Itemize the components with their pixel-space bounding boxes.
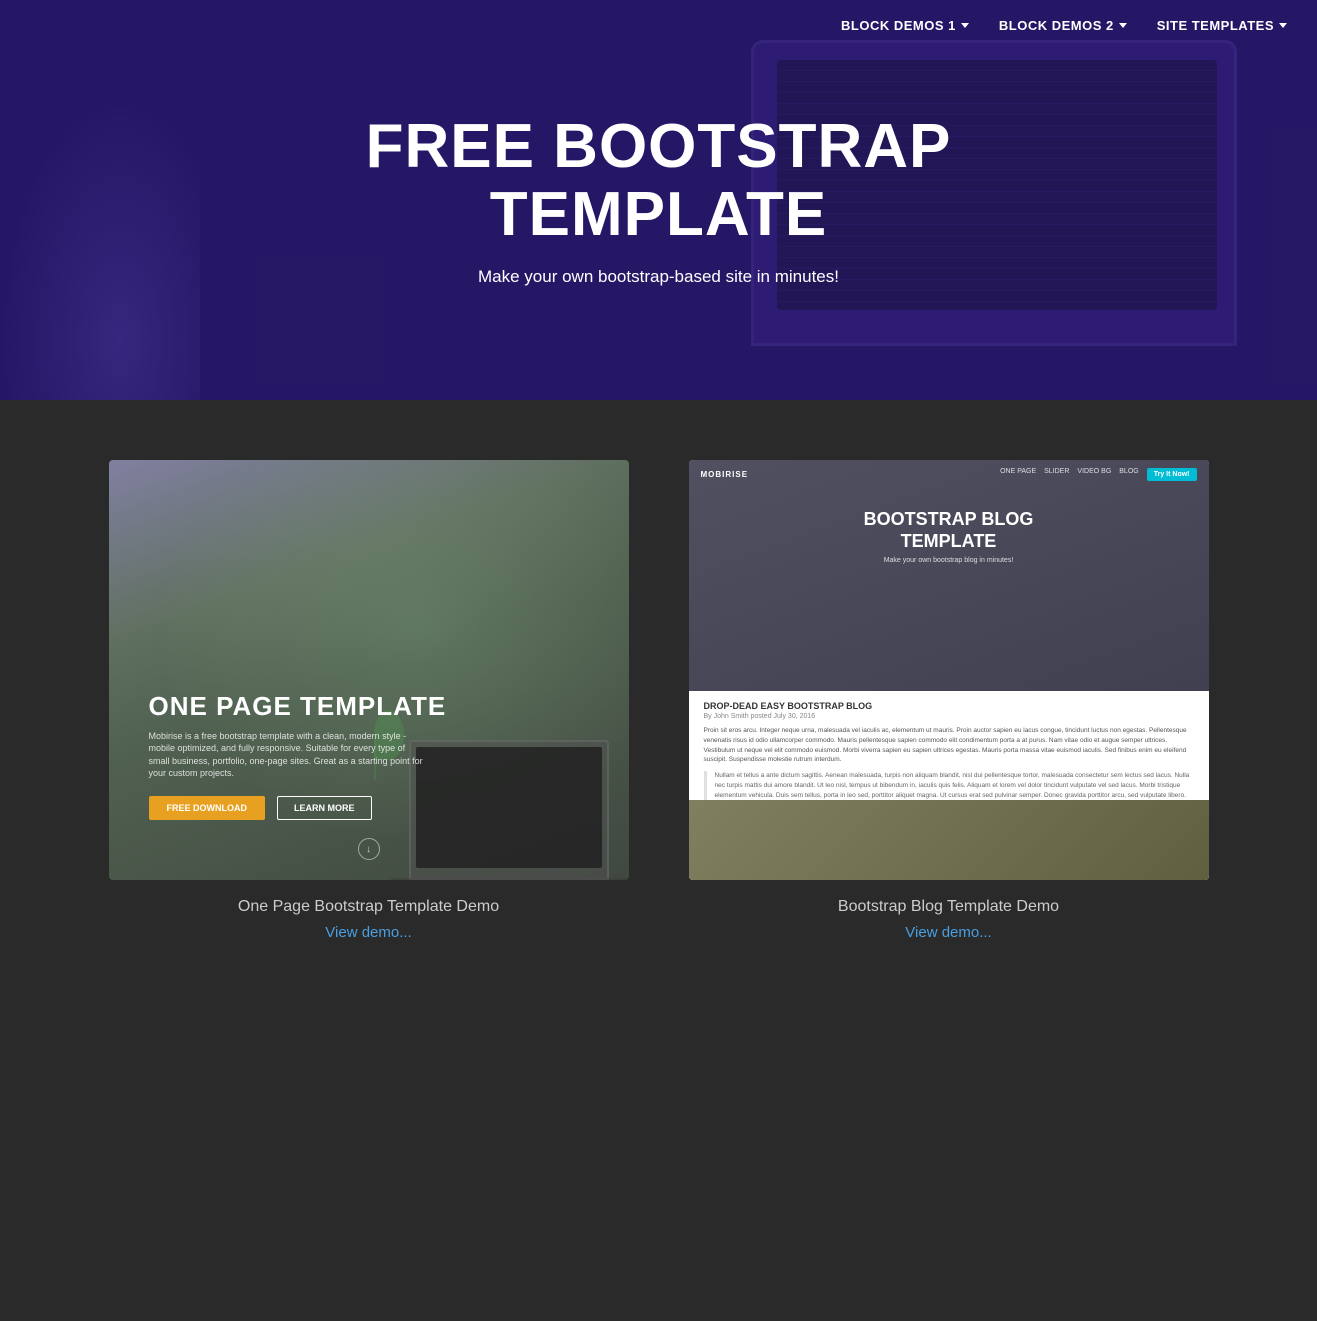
main-nav: BLOCK DEMOS 1 BLOCK DEMOS 2 SITE TEMPLAT…: [811, 0, 1317, 51]
blog-nav-slider: SLIDER: [1044, 468, 1069, 481]
template-link-one-page[interactable]: View demo...: [325, 924, 411, 941]
template-preview-blog[interactable]: MOBIRISE ONE PAGE SLIDER VIDEO BG BLOG T…: [689, 460, 1209, 880]
blog-hero-title: BOOTSTRAP BLOGTEMPLATE: [699, 509, 1199, 552]
template-link-blog[interactable]: View demo...: [905, 924, 991, 941]
hero-title: FREE BOOTSTRAP TEMPLATE: [309, 113, 1009, 249]
template-title-blog: Bootstrap Blog Template Demo: [838, 898, 1059, 916]
blog-nav-onepage: ONE PAGE: [1000, 468, 1036, 481]
blog-try-button[interactable]: Try It Now!: [1147, 468, 1197, 481]
template-title-one-page: One Page Bootstrap Template Demo: [238, 898, 499, 916]
blog-nav-videobg: VIDEO BG: [1077, 468, 1111, 481]
blog-nav-blog: BLOG: [1119, 468, 1138, 481]
blog-preview-navbar: MOBIRISE ONE PAGE SLIDER VIDEO BG BLOG T…: [689, 460, 1209, 489]
blog-article-meta: By John Smith posted July 30, 2016: [704, 713, 1194, 720]
hero-left-decoration: [0, 100, 200, 400]
nav-site-templates[interactable]: SITE TEMPLATES: [1157, 18, 1287, 33]
preview-onepage-title: ONE PAGE TEMPLATE: [149, 691, 447, 722]
template-card-blog: MOBIRISE ONE PAGE SLIDER VIDEO BG BLOG T…: [689, 460, 1209, 941]
preview-onepage-buttons: FREE DOWNLOAD LEARN MORE: [149, 796, 372, 820]
template-card-one-page: ONE PAGE TEMPLATE Mobirise is a free boo…: [109, 460, 629, 941]
blog-nav-links: ONE PAGE SLIDER VIDEO BG BLOG Try It Now…: [1000, 468, 1196, 481]
hero-section: FREE BOOTSTRAP TEMPLATE Make your own bo…: [0, 0, 1317, 400]
template-preview-one-page[interactable]: ONE PAGE TEMPLATE Mobirise is a free boo…: [109, 460, 629, 880]
main-content: ONE PAGE TEMPLATE Mobirise is a free boo…: [0, 400, 1317, 1021]
blog-hero-subtitle: Make your own bootstrap blog in minutes!: [699, 557, 1199, 564]
learn-more-button[interactable]: LEARN MORE: [277, 796, 372, 820]
chevron-down-icon: [1279, 23, 1287, 28]
free-download-button[interactable]: FREE DOWNLOAD: [149, 796, 266, 820]
hero-content: FREE BOOTSTRAP TEMPLATE Make your own bo…: [289, 113, 1029, 287]
chevron-down-icon: [1119, 23, 1127, 28]
chevron-down-icon: [961, 23, 969, 28]
blog-article-title: DROP-DEAD EASY BOOTSTRAP BLOG: [704, 701, 1194, 711]
preview-onepage-description: Mobirise is a free bootstrap template wi…: [149, 730, 429, 780]
blog-nav-brand: MOBIRISE: [701, 470, 749, 479]
blog-article-text: Proin sit eros arcu. Integer neque urna,…: [704, 726, 1194, 765]
preview-onepage-text: ONE PAGE TEMPLATE Mobirise is a free boo…: [149, 691, 447, 780]
hero-subtitle: Make your own bootstrap-based site in mi…: [309, 267, 1009, 287]
template-grid: ONE PAGE TEMPLATE Mobirise is a free boo…: [109, 460, 1209, 941]
nav-block-demos-2[interactable]: BLOCK DEMOS 2: [999, 18, 1127, 33]
blog-preview-header: MOBIRISE ONE PAGE SLIDER VIDEO BG BLOG T…: [689, 460, 1209, 691]
nav-block-demos-1[interactable]: BLOCK DEMOS 1: [841, 18, 969, 33]
blog-hero-text: BOOTSTRAP BLOGTEMPLATE Make your own boo…: [689, 489, 1209, 584]
blog-bottom-image: [689, 800, 1209, 880]
scroll-down-icon: ↓: [358, 838, 380, 860]
